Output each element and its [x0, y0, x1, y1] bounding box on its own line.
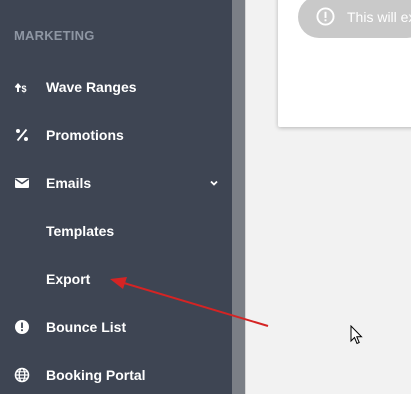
sidebar-item-wave-ranges[interactable]: $ Wave Ranges — [0, 67, 232, 107]
sidebar-item-label: Wave Ranges — [46, 79, 137, 95]
sidebar-item-booking-portal[interactable]: Booking Portal — [0, 355, 232, 394]
chevron-down-icon[interactable] — [208, 177, 220, 189]
sidebar-item-label: Export — [46, 271, 91, 287]
sidebar-subitem-templates[interactable]: Templates — [0, 211, 232, 251]
sidebar-scrollbar[interactable] — [232, 0, 245, 394]
sidebar-item-emails[interactable]: Emails — [0, 163, 232, 203]
sidebar-item-label: Booking Portal — [46, 367, 146, 383]
alert-circle-icon — [316, 7, 335, 26]
alert-text: This will ex — [347, 9, 411, 25]
mail-icon — [15, 178, 29, 188]
sidebar-item-promotions[interactable]: Promotions — [0, 115, 232, 155]
sidebar-item-label: Promotions — [46, 127, 124, 143]
sidebar-subitem-export[interactable]: Export — [0, 259, 232, 299]
sidebar-item-bounce-list[interactable]: Bounce List — [0, 307, 232, 347]
globe-icon — [14, 367, 30, 383]
sidebar-item-label: Bounce List — [46, 319, 127, 335]
wave-ranges-icon: $ — [14, 82, 27, 94]
sidebar-item-label: Templates — [46, 223, 115, 239]
sidebar-item-label: Emails — [46, 175, 92, 191]
percent-icon — [16, 128, 28, 142]
sidebar: MARKETING $ Wave Ranges Promotions Email… — [0, 0, 232, 394]
sidebar-section-title: MARKETING — [14, 28, 95, 43]
content-divider — [245, 0, 246, 394]
mouse-cursor-icon — [350, 325, 363, 345]
svg-text:$: $ — [22, 84, 27, 94]
alert-circle-icon — [15, 320, 29, 334]
